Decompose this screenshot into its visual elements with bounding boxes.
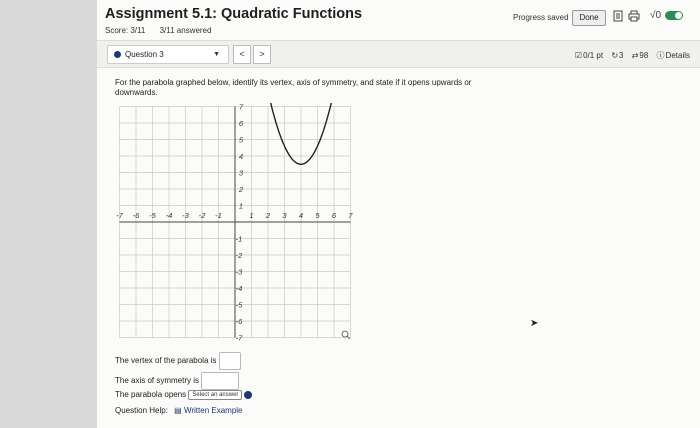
math-toggle-label: √0 bbox=[650, 10, 662, 21]
y-tick-label: 2 bbox=[238, 185, 244, 194]
vertex-input[interactable] bbox=[218, 352, 241, 370]
x-tick-label: 4 bbox=[299, 211, 303, 220]
y-tick-label: -7 bbox=[236, 334, 243, 342]
written-example-link[interactable]: ▤ Written Example bbox=[174, 406, 242, 415]
x-tick-label: 1 bbox=[249, 211, 253, 220]
y-tick-label: 3 bbox=[239, 169, 244, 178]
document-icon: ▤ bbox=[174, 406, 182, 415]
retry-icon: ↻ bbox=[611, 51, 619, 60]
axis-input[interactable] bbox=[201, 372, 240, 390]
progress-status: Progress saved bbox=[513, 13, 569, 22]
help-label: Question Help: bbox=[115, 406, 168, 415]
x-tick-label: -6 bbox=[133, 211, 140, 220]
question-bar: Question 3 ▼ < > ☑0/1 pt ↻3 ⇄98 ⓘDetails bbox=[97, 40, 700, 68]
question-meta: ☑0/1 pt ↻3 ⇄98 ⓘDetails bbox=[569, 50, 690, 61]
y-tick-label: -3 bbox=[236, 268, 243, 277]
y-tick-label: 4 bbox=[239, 152, 243, 161]
math-toggle-switch[interactable] bbox=[665, 11, 683, 20]
x-tick-label: -4 bbox=[166, 211, 173, 220]
attempts-icon: ⇄ bbox=[631, 51, 639, 60]
page-title: Assignment 5.1: Quadratic Functions bbox=[105, 6, 363, 22]
opens-label: The parabola opens bbox=[115, 390, 187, 400]
question-status-dot bbox=[114, 51, 121, 59]
assignment-page: Assignment 5.1: Quadratic Functions Scor… bbox=[97, 0, 700, 428]
y-tick-label: -1 bbox=[236, 235, 243, 244]
retries-text: 3 bbox=[619, 51, 624, 60]
x-tick-label: -1 bbox=[215, 211, 222, 220]
x-tick-label: 5 bbox=[315, 211, 320, 220]
opens-select-placeholder: Select an answer bbox=[192, 392, 239, 398]
coordinate-graph: -7 -6 -5 -4 -3 -2 -1 1 2 3 4 5 6 7 7 6 5 4 3 2 1 -1 -2 -3 -4 -5 -6… bbox=[116, 103, 353, 342]
x-tick-label: -5 bbox=[149, 211, 156, 220]
vertex-label: The vertex of the parabola is bbox=[115, 356, 217, 366]
y-tick-label: -4 bbox=[236, 284, 243, 293]
written-example-text: Written Example bbox=[183, 406, 243, 415]
next-question-button[interactable]: > bbox=[253, 45, 271, 64]
info-icon[interactable]: ⓘ bbox=[657, 51, 665, 60]
y-tick-label: -6 bbox=[236, 317, 243, 326]
prev-question-button[interactable]: < bbox=[233, 45, 251, 64]
question-select[interactable]: Question 3 ▼ bbox=[107, 45, 229, 64]
axis-row: The axis of symmetry is bbox=[115, 372, 240, 390]
y-tick-label: 1 bbox=[239, 202, 243, 211]
x-tick-label: -2 bbox=[199, 211, 206, 220]
opens-row: The parabola opens Select an answer bbox=[115, 390, 253, 400]
axis-label: The axis of symmetry is bbox=[115, 376, 200, 386]
x-tick-label: -7 bbox=[116, 211, 123, 220]
x-tick-label: 2 bbox=[265, 211, 271, 220]
x-tick-label: -3 bbox=[182, 211, 189, 220]
attempts-text: 98 bbox=[639, 51, 649, 60]
document-icon[interactable] bbox=[611, 10, 625, 24]
question-select-label: Question 3 bbox=[125, 50, 164, 59]
score-line: Score: 3/11 3/11 answered bbox=[105, 26, 223, 35]
points-text: 0/1 pt bbox=[583, 51, 604, 60]
done-button[interactable]: Done bbox=[572, 10, 606, 26]
opens-select[interactable]: Select an answer bbox=[188, 390, 243, 400]
y-tick-label: 7 bbox=[239, 103, 244, 112]
chevron-down-icon: ▼ bbox=[213, 51, 220, 58]
score-text: Score: 3/11 bbox=[105, 26, 146, 35]
x-tick-label: 6 bbox=[332, 211, 337, 220]
y-tick-label: 6 bbox=[239, 119, 244, 128]
y-tick-label: -5 bbox=[236, 301, 243, 310]
answered-text: 3/11 answered bbox=[159, 26, 212, 35]
checkbox-icon: ☑ bbox=[574, 51, 583, 60]
select-caret-icon[interactable] bbox=[244, 391, 253, 399]
print-icon[interactable] bbox=[627, 10, 641, 24]
y-tick-label: -2 bbox=[236, 251, 243, 260]
x-tick-label: 3 bbox=[282, 211, 287, 220]
x-tick-label: 7 bbox=[348, 211, 353, 220]
vertex-row: The vertex of the parabola is bbox=[115, 352, 241, 370]
mouse-cursor-icon: ➤ bbox=[530, 318, 539, 329]
y-tick-label: 5 bbox=[239, 136, 244, 145]
question-help: Question Help: ▤ Written Example bbox=[115, 406, 243, 415]
question-instruction: For the parabola graphed below, identify… bbox=[115, 78, 472, 97]
details-link[interactable]: Details bbox=[666, 51, 690, 60]
